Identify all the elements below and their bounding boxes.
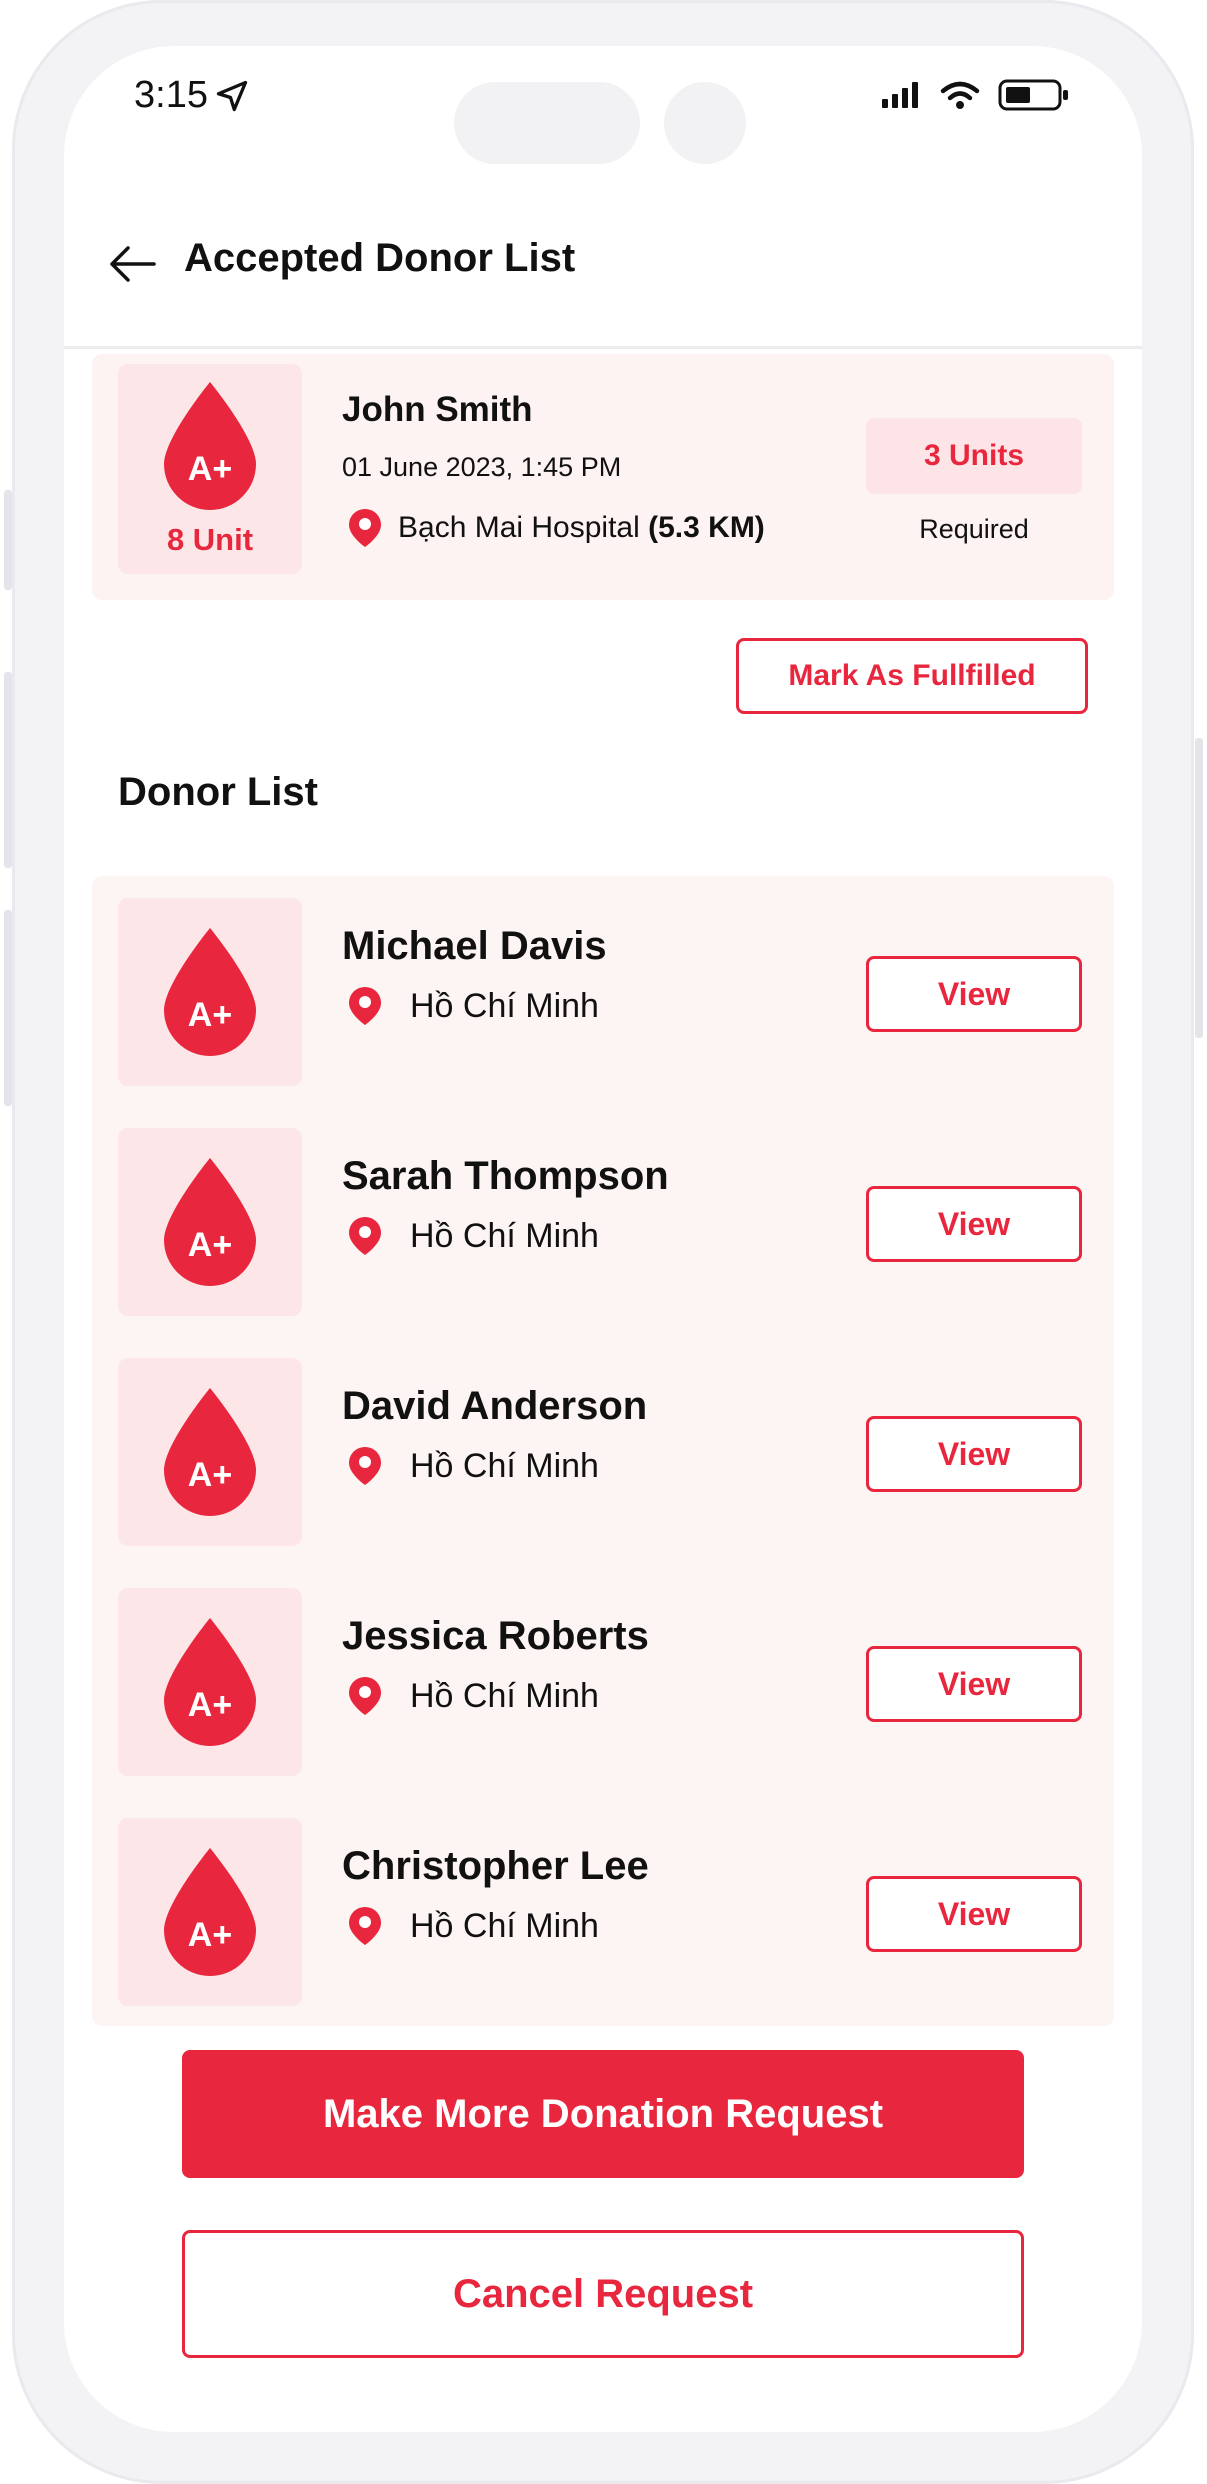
view-donor-button[interactable]: View (866, 1876, 1082, 1952)
hospital-name: Bạch Mai Hospital (398, 511, 640, 544)
blood-type-label: A+ (187, 1456, 233, 1494)
clock: 3:15 (134, 74, 208, 116)
status-icons (882, 78, 1070, 112)
view-donor-button[interactable]: View (866, 956, 1082, 1032)
top-header: Accepted Donor List (64, 196, 1142, 349)
map-pin-icon (349, 1447, 381, 1485)
donor-city: Hồ Chí Minh (410, 986, 599, 1025)
blood-type-tile: A+ 8 Unit (118, 364, 302, 574)
blood-type-label: A+ (187, 1686, 233, 1724)
donor-city: Hồ Chí Minh (410, 1216, 599, 1255)
request-datetime: 01 June 2023, 1:45 PM (342, 452, 622, 482)
blood-drop-icon (164, 928, 256, 1056)
blood-type-label: A+ (187, 1226, 233, 1264)
donor-row: A+ Sarah Thompson Hồ Chí Minh View (92, 1106, 1114, 1336)
request-location: Bạch Mai Hospital (5.3 KM) (348, 508, 765, 548)
wifi-icon (940, 81, 980, 109)
dynamic-island (454, 82, 640, 164)
map-pin-icon (349, 1217, 381, 1255)
donor-location: Hồ Chí Minh (348, 1446, 599, 1486)
blood-type-tile: A+ (118, 1818, 302, 2006)
blood-drop-icon (164, 1388, 256, 1516)
blood-type-tile: A+ (118, 1588, 302, 1776)
side-button (1195, 738, 1203, 1038)
donor-location: Hồ Chí Minh (348, 1216, 599, 1256)
donor-row: A+ Christopher Lee Hồ Chí Minh View (92, 1796, 1114, 2026)
side-button (4, 910, 12, 1106)
donor-name: Christopher Lee (342, 1844, 649, 1888)
donor-list-title: Donor List (118, 770, 318, 814)
make-donation-request-button[interactable]: Make More Donation Request (182, 2050, 1024, 2178)
blood-drop-icon (164, 1158, 256, 1286)
units-available: 8 Unit (166, 522, 254, 557)
blood-type-tile: A+ (118, 1358, 302, 1546)
blood-type-label: A+ (187, 1916, 233, 1954)
donor-row: A+ Michael Davis Hồ Chí Minh View (92, 876, 1114, 1106)
donor-location: Hồ Chí Minh (348, 986, 599, 1026)
donor-name: David Anderson (342, 1384, 648, 1428)
donor-name: Michael Davis (342, 924, 607, 968)
blood-type-tile: A+ (118, 1128, 302, 1316)
donor-name: Jessica Roberts (342, 1614, 649, 1658)
units-needed-badge: 3 Units (866, 418, 1082, 494)
donor-location: Hồ Chí Minh (348, 1676, 599, 1716)
map-pin-icon (349, 509, 381, 547)
donor-city: Hồ Chí Minh (410, 1676, 599, 1715)
map-pin-icon (349, 1907, 381, 1945)
back-arrow-icon[interactable] (104, 236, 160, 292)
requester-name: John Smith (342, 390, 533, 429)
request-card: A+ 8 Unit John Smith 01 June 2023, 1:45 … (92, 354, 1114, 600)
dynamic-island-camera (664, 82, 746, 164)
hospital-distance: (5.3 KM) (648, 511, 765, 544)
blood-type-tile: A+ (118, 898, 302, 1086)
view-donor-button[interactable]: View (866, 1416, 1082, 1492)
donor-row: A+ David Anderson Hồ Chí Minh View (92, 1336, 1114, 1566)
signal-icon (882, 82, 918, 108)
donor-name: Sarah Thompson (342, 1154, 669, 1198)
location-arrow-icon (216, 80, 248, 111)
view-donor-button[interactable]: View (866, 1646, 1082, 1722)
map-pin-icon (349, 1677, 381, 1715)
mark-fulfilled-button[interactable]: Mark As Fullfilled (736, 638, 1088, 714)
map-pin-icon (349, 987, 381, 1025)
blood-type-label: A+ (187, 450, 233, 488)
side-button (4, 672, 12, 868)
side-button (4, 490, 12, 590)
blood-drop-icon (164, 382, 256, 510)
page-title: Accepted Donor List (184, 236, 576, 280)
donor-location: Hồ Chí Minh (348, 1906, 599, 1946)
blood-drop-icon (164, 1848, 256, 1976)
blood-drop-icon (164, 1618, 256, 1746)
donor-row: A+ Jessica Roberts Hồ Chí Minh View (92, 1566, 1114, 1796)
view-donor-button[interactable]: View (866, 1186, 1082, 1262)
donor-city: Hồ Chí Minh (410, 1906, 599, 1945)
blood-type-label: A+ (187, 996, 233, 1034)
units-needed-caption: Required (919, 514, 1029, 544)
cancel-request-button[interactable]: Cancel Request (182, 2230, 1024, 2358)
donor-city: Hồ Chí Minh (410, 1446, 599, 1485)
app-screen: 3:15 Accepted Donor List A+ 8 Unit John … (64, 46, 1142, 2432)
status-time: 3:15 (134, 74, 250, 117)
battery-icon (998, 79, 1068, 111)
